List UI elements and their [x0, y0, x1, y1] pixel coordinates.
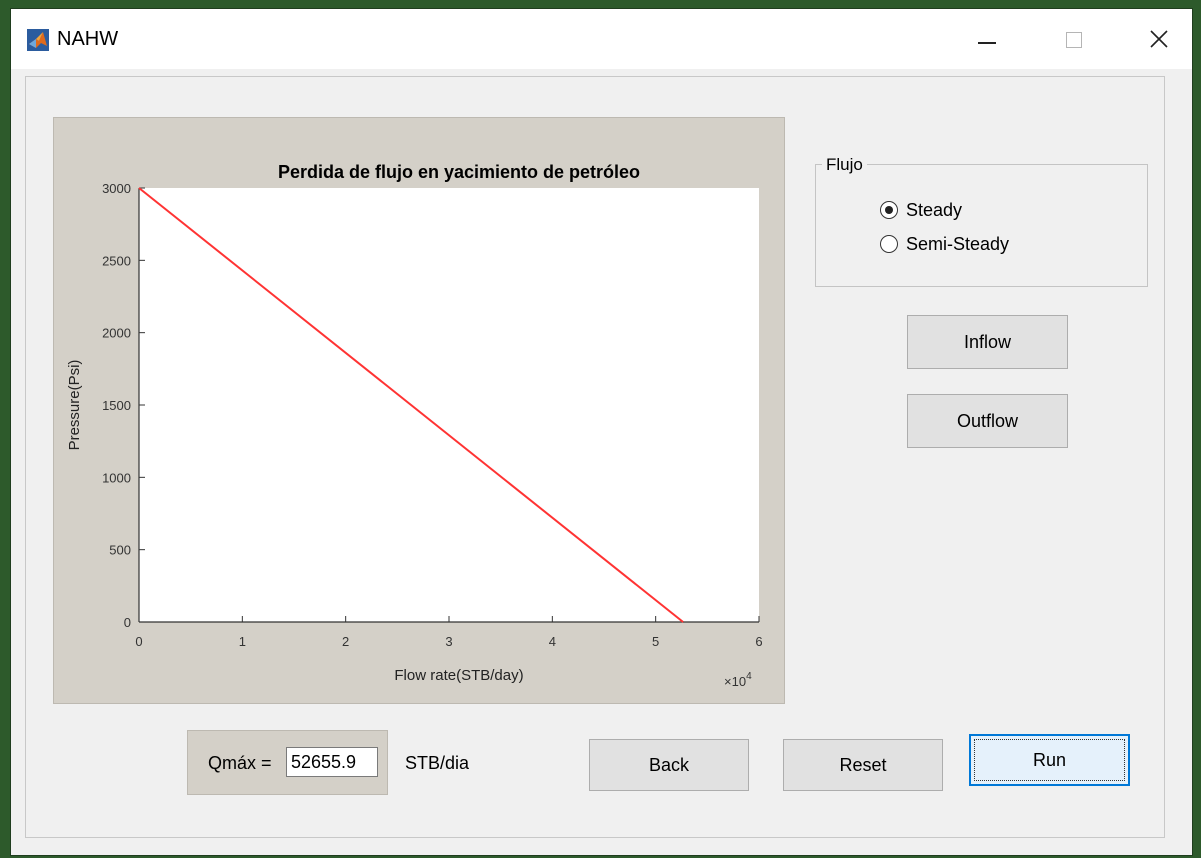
pressure-flow-chart: 0 1 2 3 4 5 6 0 500 1000 1500 2000 2500 3000 Perdida …	[66, 162, 763, 689]
radio-selected-icon[interactable]	[880, 201, 898, 219]
qmax-field[interactable]	[286, 747, 378, 777]
y-tick-label: 0	[124, 615, 131, 630]
y-tick-label: 1000	[102, 470, 131, 485]
outflow-button[interactable]: Outflow	[907, 394, 1068, 448]
run-button-label: Run	[1032, 749, 1067, 770]
y-tick-label: 2500	[102, 253, 131, 268]
chart-title: Perdida de flujo en yacimiento de petról…	[278, 162, 640, 182]
minimize-button[interactable]	[964, 19, 1010, 59]
semi-steady-radio[interactable]: Semi-Steady	[880, 232, 1009, 256]
x-tick-label: 4	[549, 634, 556, 649]
x-tick-label: 6	[755, 634, 762, 649]
close-button[interactable]	[1137, 19, 1183, 59]
title-bar[interactable]: NAHW	[11, 9, 1192, 69]
y-axis-label: Pressure(Psi)	[66, 360, 83, 451]
y-tick-label: 3000	[102, 181, 131, 196]
inflow-button[interactable]: Inflow	[907, 315, 1068, 369]
x-tick-label: 0	[135, 634, 142, 649]
matlab-icon	[27, 29, 49, 51]
steady-radio[interactable]: Steady	[880, 198, 962, 222]
radio-unselected-icon[interactable]	[880, 235, 898, 253]
qmax-label: Qmáx =	[208, 753, 272, 773]
close-icon	[1150, 30, 1168, 48]
steady-label: Steady	[906, 199, 963, 220]
y-tick-label: 500	[109, 543, 131, 558]
minimize-icon	[978, 42, 996, 44]
semi-steady-label: Semi-Steady	[906, 233, 1010, 254]
maximize-button[interactable]	[1052, 19, 1098, 59]
x-tick-label: 5	[652, 634, 659, 649]
maximize-icon	[1066, 32, 1082, 48]
y-tick-label: 2000	[102, 326, 131, 341]
window-title: NAHW	[57, 28, 119, 50]
x-tick-label: 3	[445, 634, 452, 649]
x-axis-label: Flow rate(STB/day)	[394, 667, 523, 684]
run-button[interactable]: Run	[969, 734, 1130, 786]
x-exponent-label: ×104	[724, 671, 752, 689]
x-tick-label: 2	[342, 634, 349, 649]
chart-panel: 0 1 2 3 4 5 6 0 500 1000 1500 2000 2500 3000 Perdida …	[53, 117, 785, 704]
y-tick-label: 1500	[102, 398, 131, 413]
flujo-group	[815, 164, 1148, 287]
flujo-group-title: Flujo	[822, 155, 867, 175]
qmax-unit: STB/dia	[405, 753, 470, 773]
x-tick-label: 1	[239, 634, 246, 649]
back-button[interactable]: Back	[589, 739, 749, 791]
plot-area	[139, 188, 759, 622]
reset-button[interactable]: Reset	[783, 739, 943, 791]
